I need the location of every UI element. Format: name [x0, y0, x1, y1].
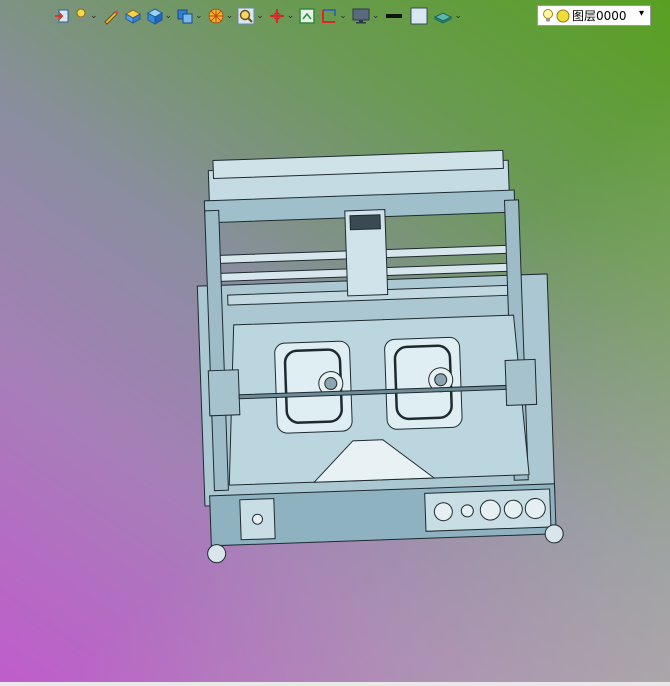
shaded-box-button[interactable] — [123, 5, 143, 27]
carriage-block — [349, 214, 381, 231]
control-knob — [479, 499, 501, 521]
dropdown-arrow[interactable]: ⌄ — [165, 11, 173, 21]
display-settings-button[interactable]: ⌄ — [350, 5, 381, 27]
dropdown-arrow[interactable]: ⌄ — [339, 11, 347, 21]
color-wheel-icon — [208, 8, 224, 24]
red-axis-icon — [269, 9, 284, 23]
layer-select[interactable]: 图层0000 ▾ — [537, 5, 651, 26]
dropdown-arrow[interactable]: ⌄ — [90, 11, 98, 21]
green-frame-icon — [299, 8, 316, 24]
control-knob — [524, 497, 546, 519]
control-knob — [503, 499, 523, 519]
caster-wheel — [207, 544, 227, 564]
left-mold-assembly — [274, 340, 353, 434]
control-knob — [460, 504, 474, 518]
viewport-bottom-edge — [0, 682, 670, 686]
sketch-button[interactable] — [101, 5, 121, 27]
red-bracket-icon — [322, 9, 337, 23]
layer-plane-icon — [434, 12, 453, 24]
exit-view-icon — [55, 9, 69, 23]
appearance-button[interactable]: ⌄ — [206, 5, 235, 27]
dropdown-arrow[interactable]: ⌄ — [256, 11, 264, 21]
dropdown-arrow[interactable]: ⌄ — [287, 11, 295, 21]
pencil-icon — [103, 10, 119, 25]
lightbulb-icon — [543, 8, 553, 21]
blue-cube-icon — [146, 8, 163, 25]
light-square-icon — [410, 7, 428, 25]
layer-plane-button[interactable]: ⌄ — [432, 5, 463, 27]
view-cube-icon — [177, 9, 193, 24]
monitor-icon — [352, 8, 370, 24]
yellow-box-icon — [124, 9, 141, 24]
fit-view-button[interactable] — [297, 5, 317, 27]
zoom-icon — [237, 7, 255, 25]
view-orientation-button[interactable]: ⌄ — [319, 5, 348, 27]
chevron-down-icon[interactable]: ▾ — [639, 8, 644, 19]
dropdown-arrow[interactable]: ⌄ — [226, 11, 234, 21]
exit-view-button[interactable] — [52, 5, 72, 27]
dropdown-arrow[interactable]: ⌄ — [372, 11, 380, 21]
dropdown-arrow[interactable]: ⌄ — [454, 11, 462, 21]
right-drive-unit — [504, 358, 538, 406]
background-color-button[interactable] — [408, 5, 430, 27]
dropdown-arrow[interactable]: ⌄ — [195, 11, 203, 21]
left-drive-unit — [207, 369, 241, 417]
yellow-circle-icon — [556, 9, 570, 22]
cad-model-viewport[interactable] — [180, 149, 570, 565]
line-style-button[interactable] — [382, 5, 406, 27]
standard-views-button[interactable]: ⌄ — [175, 5, 204, 27]
section-view-button[interactable]: ⌄ — [267, 5, 296, 27]
caster-wheel — [544, 524, 564, 544]
machine-assembly-model — [196, 149, 564, 564]
control-knob — [433, 502, 453, 522]
layer-select-value: 图层0000 — [572, 9, 627, 23]
zoom-button[interactable]: ⌄ — [236, 5, 265, 27]
right-mold-assembly — [384, 336, 463, 430]
light-pointer-button[interactable]: ⌄ — [74, 5, 99, 27]
display-style-button[interactable]: ⌄ — [145, 5, 174, 27]
black-line-icon — [386, 14, 403, 18]
pointer-light-icon — [76, 8, 86, 22]
